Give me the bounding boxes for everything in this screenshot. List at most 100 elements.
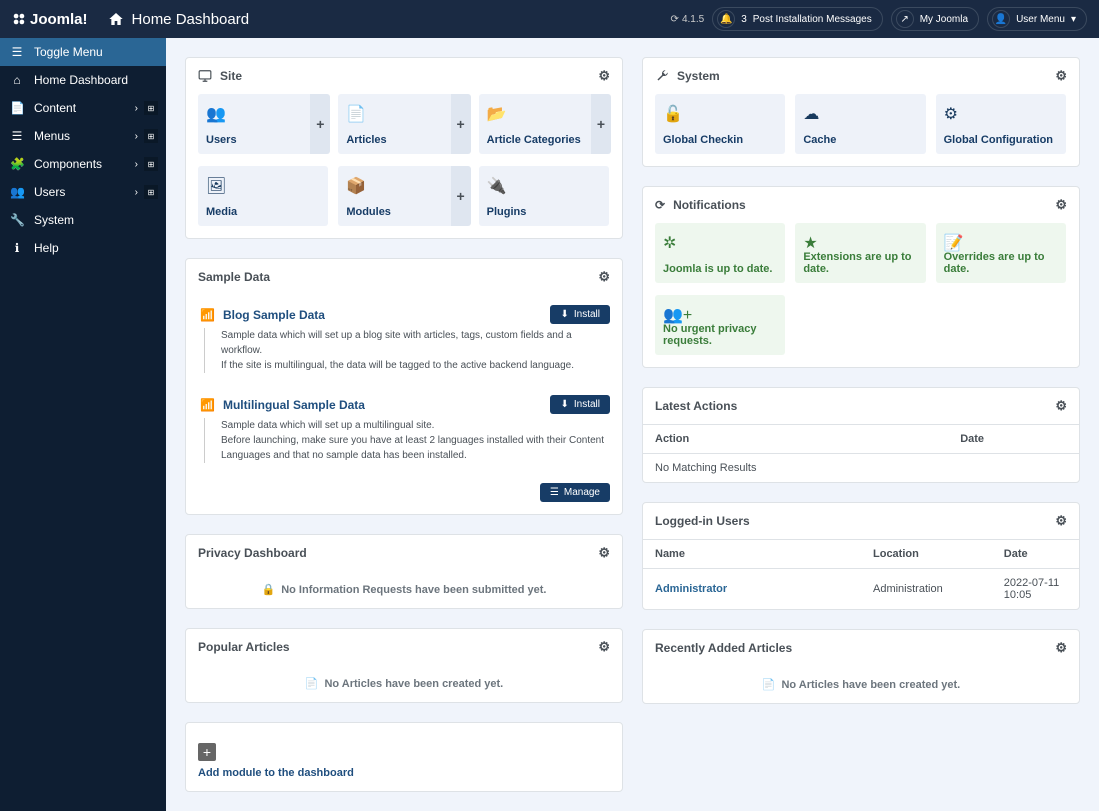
tile-plugins[interactable]: 🔌Plugins	[479, 166, 609, 226]
gear-icon[interactable]: ⚙	[598, 639, 610, 655]
privacy-dashboard-card: Privacy Dashboard⚙ 🔒No Information Reque…	[185, 534, 623, 609]
sidebar-item-help[interactable]: ℹ Help	[0, 234, 166, 262]
sidebar-item-label: Toggle Menu	[34, 45, 103, 59]
chevron-right-icon: ›	[135, 187, 138, 198]
tile-users[interactable]: 👥Users+	[198, 94, 328, 154]
post-install-messages-button[interactable]: 🔔 3 Post Installation Messages	[712, 7, 883, 31]
sidebar-item-components[interactable]: 🧩Components›⊞	[0, 150, 166, 178]
tile-label: Extensions are up to date.	[803, 251, 917, 275]
tile-article-categories[interactable]: 📂Article Categories+	[479, 94, 609, 154]
gear-icon[interactable]: ⚙	[598, 68, 610, 84]
sidebar-item-menus[interactable]: ☰Menus›⊞	[0, 122, 166, 150]
notifications-card: ⟳ Notifications ⚙ ✲Joomla is up to date.…	[642, 186, 1080, 368]
dashboard-icon[interactable]: ⊞	[144, 185, 158, 199]
install-button[interactable]: ⬇Install	[550, 305, 610, 324]
table-row: Administrator Administration 2022-07-11 …	[643, 569, 1079, 610]
tile-label: Cache	[803, 134, 917, 146]
tile-label: Global Checkin	[663, 134, 777, 146]
add-module-button[interactable]: + Add module to the dashboard	[185, 722, 623, 792]
manage-button[interactable]: ☰Manage	[540, 483, 610, 502]
monitor-icon	[198, 69, 212, 83]
dashboard-icon[interactable]: ⊞	[144, 129, 158, 143]
sidebar-item-home-dashboard[interactable]: ⌂Home Dashboard	[0, 66, 166, 94]
file-icon: 📄	[346, 104, 366, 124]
star-icon: ★	[803, 233, 817, 253]
cog-icon: ⚙	[944, 104, 958, 124]
sample-title: Multilingual Sample Data	[223, 398, 543, 412]
tile-label: Modules	[346, 206, 454, 218]
lockopen-icon: 🔓	[663, 104, 683, 124]
install-button[interactable]: ⬇Install	[550, 395, 610, 414]
gear-icon[interactable]: ⚙	[1055, 68, 1067, 84]
logged-in-users-card: Logged-in Users⚙ Name Location Date Admi…	[642, 502, 1080, 610]
brand-logo[interactable]: Joomla!	[12, 11, 88, 28]
plug-icon: 🔌	[487, 176, 507, 196]
recent-articles-card: Recently Added Articles⚙ 📄No Articles ha…	[642, 629, 1080, 704]
sidebar: ☰Toggle Menu⌂Home Dashboard📄Content›⊞☰Me…	[0, 38, 166, 811]
sidebar-item-label: Users	[34, 185, 65, 199]
sidebar-item-content[interactable]: 📄Content›⊞	[0, 94, 166, 122]
gear-icon[interactable]: ⚙	[1055, 398, 1067, 414]
gear-icon[interactable]: ⚙	[598, 545, 610, 561]
file-icon: 📄	[10, 101, 24, 115]
sample-desc: Sample data which will set up a blog sit…	[204, 328, 610, 373]
latest-actions-card: Latest Actions⚙ ActionDate No Matching R…	[642, 387, 1080, 483]
sidebar-item-label: Content	[34, 101, 76, 115]
dashboard-icon[interactable]: ⊞	[144, 101, 158, 115]
sample-data-card: Sample Data ⚙ 📶Blog Sample Data⬇InstallS…	[185, 258, 623, 515]
sidebar-item-users[interactable]: 👥Users›⊞	[0, 178, 166, 206]
tile-global-configuration[interactable]: ⚙ Global Configuration	[936, 94, 1066, 154]
tile-extensions-are-up-to-date-[interactable]: ★Extensions are up to date.	[795, 223, 925, 283]
sidebar-item-system[interactable]: 🔧System	[0, 206, 166, 234]
user-link[interactable]: Administrator	[655, 583, 727, 595]
user-menu-button[interactable]: 👤 User Menu ▾	[987, 7, 1087, 31]
system-card: System ⚙ 🔓Global Checkin☁Cache⚙Global Co…	[642, 57, 1080, 167]
user-icon: 👤	[992, 10, 1010, 28]
tile-modules[interactable]: 📦Modules+	[338, 166, 468, 226]
chevron-down-icon: ▾	[1071, 14, 1076, 25]
sidebar-item-label: Home Dashboard	[34, 73, 128, 87]
lock-icon: 🔒	[262, 583, 276, 596]
usersplus-icon: 👥+	[663, 305, 692, 325]
sidebar-item-label: Components	[34, 157, 102, 171]
tile-label: Joomla is up to date.	[663, 263, 777, 275]
brand-text: Joomla!	[30, 11, 88, 28]
tile-label: No urgent privacy requests.	[663, 323, 777, 347]
sidebar-item-toggle-menu[interactable]: ☰Toggle Menu	[0, 38, 166, 66]
my-joomla-button[interactable]: ↗ My Joomla	[891, 7, 979, 31]
tile-cache[interactable]: ☁ Cache	[795, 94, 925, 154]
joomla-icon: ✲	[663, 233, 676, 253]
plus-icon[interactable]: +	[451, 166, 471, 226]
download-icon: ⬇	[560, 399, 568, 410]
gear-icon[interactable]: ⚙	[1055, 640, 1067, 656]
refresh-icon: ⟳	[655, 198, 665, 212]
cloud-icon: ☁	[803, 104, 819, 124]
tile-overrides-are-up-to-date-[interactable]: 📝Overrides are up to date.	[936, 223, 1066, 283]
col-name: Name	[643, 540, 861, 569]
version-badge[interactable]: ⟳4.1.5	[671, 14, 705, 25]
plus-icon[interactable]: +	[451, 94, 471, 154]
tile-media[interactable]: 🖼Media	[198, 166, 328, 226]
gear-icon[interactable]: ⚙	[598, 269, 610, 285]
tile-label: Global Configuration	[944, 134, 1058, 146]
wifi-icon: 📶	[200, 398, 215, 412]
plus-icon[interactable]: +	[591, 94, 611, 154]
tile-label: Article Categories	[487, 134, 595, 146]
tile-no-urgent-privacy-requests-[interactable]: 👥+No urgent privacy requests.	[655, 295, 785, 355]
tile-global-checkin[interactable]: 🔓 Global Checkin	[655, 94, 785, 154]
fileedit-icon: 📝	[944, 233, 964, 253]
home-icon	[108, 11, 124, 27]
dashboard-icon[interactable]: ⊞	[144, 157, 158, 171]
plus-icon[interactable]: +	[310, 94, 330, 154]
info-icon: ℹ	[10, 241, 24, 255]
bell-icon: 🔔	[717, 10, 735, 28]
tile-joomla-is-up-to-date-[interactable]: ✲ Joomla is up to date.	[655, 223, 785, 283]
sample-data-item: 📶Multilingual Sample Data⬇InstallSample …	[198, 385, 610, 475]
chevron-right-icon: ›	[135, 131, 138, 142]
sidebar-item-label: Help	[34, 241, 59, 255]
tile-articles[interactable]: 📄Articles+	[338, 94, 468, 154]
puzzle-icon: 🧩	[10, 157, 24, 171]
gear-icon[interactable]: ⚙	[1055, 513, 1067, 529]
gear-icon[interactable]: ⚙	[1055, 197, 1067, 213]
list-icon: ☰	[10, 129, 24, 143]
